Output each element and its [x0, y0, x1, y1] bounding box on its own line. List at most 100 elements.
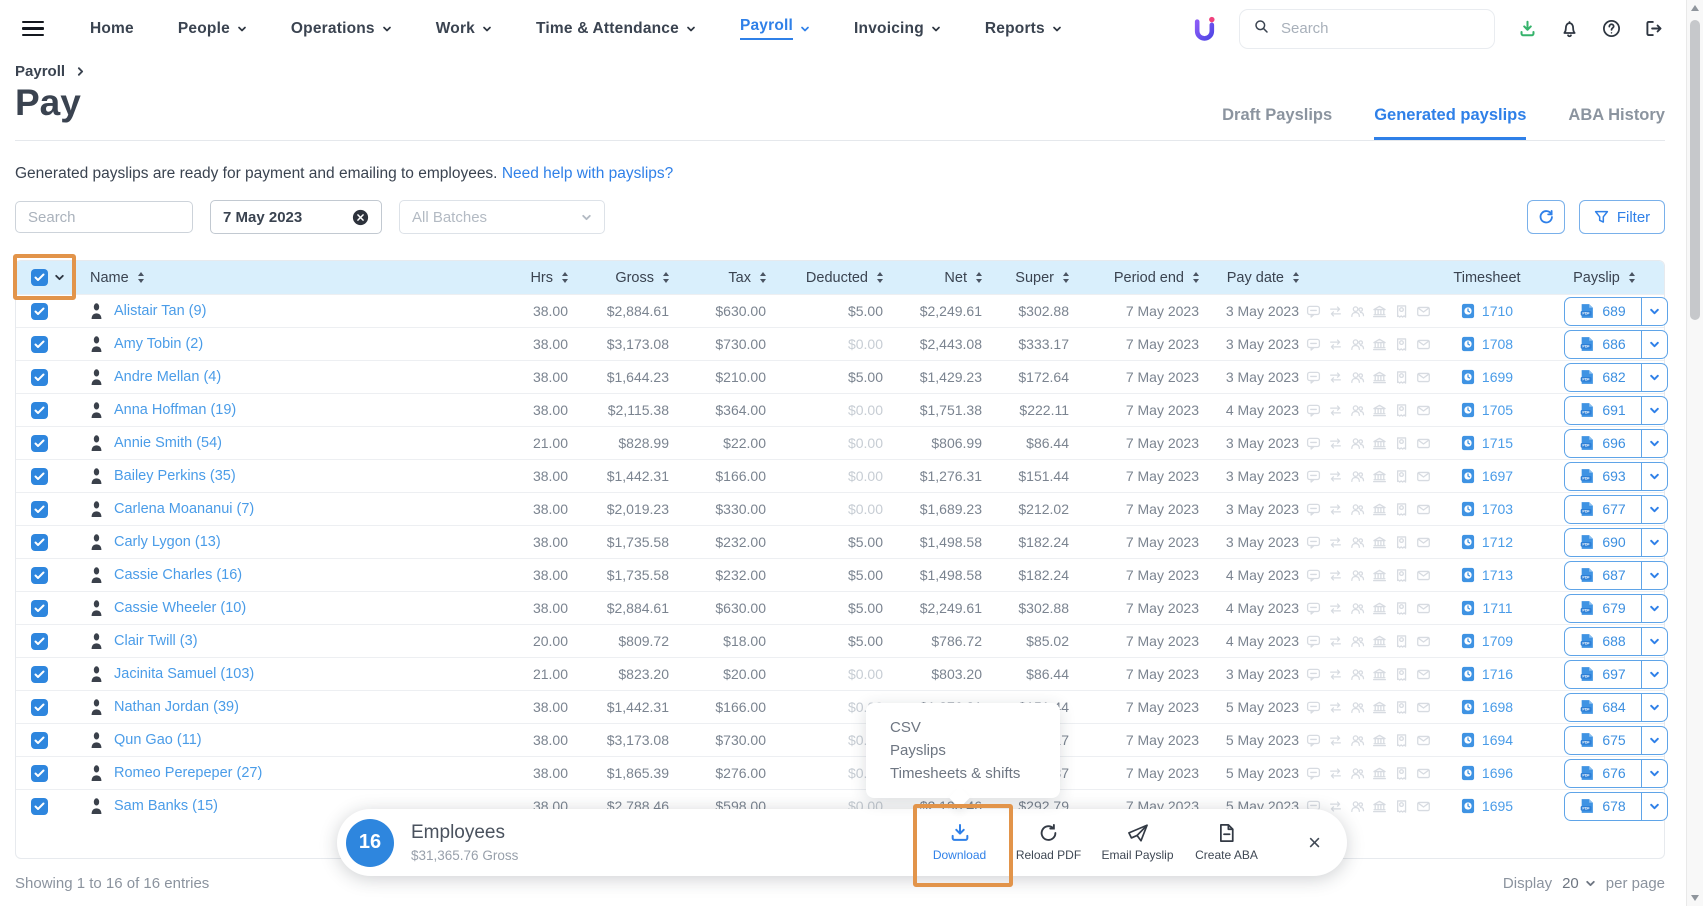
payslip-dropdown-chevron[interactable] — [1641, 496, 1667, 523]
row-checkbox[interactable] — [31, 501, 48, 518]
employee-link[interactable]: Cassie Charles (16) — [114, 567, 242, 583]
brand-logo[interactable] — [1193, 14, 1216, 44]
employee-link[interactable]: Qun Gao (11) — [114, 732, 202, 748]
row-checkbox[interactable] — [31, 765, 48, 782]
nav-item-people[interactable]: People — [178, 20, 247, 38]
payslip-button[interactable]: PDF 679 — [1564, 594, 1668, 623]
payslip-button[interactable]: PDF 675 — [1564, 726, 1668, 755]
filter-button[interactable]: Filter — [1579, 200, 1665, 234]
row-checkbox[interactable] — [31, 402, 48, 419]
timesheet-link[interactable]: 1711 — [1461, 600, 1512, 616]
select-all-checkbox[interactable] — [31, 269, 48, 286]
column-header-name[interactable]: Name — [78, 270, 486, 286]
payslip-dropdown-chevron[interactable] — [1641, 760, 1667, 787]
payslip-dropdown-chevron[interactable] — [1641, 661, 1667, 688]
employee-link[interactable]: Alistair Tan (9) — [114, 303, 206, 319]
employee-link[interactable]: Jacinita Samuel (103) — [114, 666, 254, 682]
column-header-gross[interactable]: Gross — [576, 270, 677, 286]
row-checkbox[interactable] — [31, 303, 48, 320]
row-checkbox[interactable] — [31, 369, 48, 386]
menu-item-csv[interactable]: CSV — [890, 716, 1060, 739]
column-header-net[interactable]: Net — [891, 270, 990, 286]
payslip-dropdown-chevron[interactable] — [1641, 727, 1667, 754]
timesheet-link[interactable]: 1710 — [1461, 303, 1513, 319]
nav-item-work[interactable]: Work — [436, 20, 492, 38]
payslip-button[interactable]: PDF 687 — [1564, 561, 1668, 590]
nav-item-reports[interactable]: Reports — [985, 20, 1062, 38]
payslip-dropdown-chevron[interactable] — [1641, 298, 1667, 325]
column-header-hrs[interactable]: Hrs — [486, 270, 576, 286]
select-menu-chevron-icon[interactable] — [54, 272, 65, 283]
timesheet-link[interactable]: 1705 — [1461, 402, 1513, 418]
employee-link[interactable]: Romeo Perepeper (27) — [114, 765, 262, 781]
scrollbar-thumb[interactable] — [1690, 20, 1700, 320]
menu-item-timesheets-shifts[interactable]: Timesheets & shifts — [890, 762, 1060, 785]
payslip-dropdown-chevron[interactable] — [1641, 529, 1667, 556]
table-search-input[interactable]: Search — [15, 201, 193, 233]
timesheet-link[interactable]: 1696 — [1461, 765, 1513, 781]
payslip-button[interactable]: PDF 677 — [1564, 495, 1668, 524]
payslip-dropdown-chevron[interactable] — [1641, 694, 1667, 721]
logout-icon[interactable] — [1644, 19, 1663, 38]
notifications-bell-icon[interactable] — [1560, 19, 1579, 38]
nav-item-invoicing[interactable]: Invoicing — [854, 20, 941, 38]
payslip-dropdown-chevron[interactable] — [1641, 793, 1667, 820]
clear-date-icon[interactable] — [352, 209, 369, 226]
row-checkbox[interactable] — [31, 336, 48, 353]
tab-draft-payslips[interactable]: Draft Payslips — [1222, 106, 1332, 140]
action-reload-pdf[interactable]: Reload PDF — [1004, 823, 1093, 862]
hamburger-menu-icon[interactable] — [22, 21, 44, 37]
nav-item-time-attendance[interactable]: Time & Attendance — [536, 20, 696, 38]
refresh-button[interactable] — [1527, 200, 1565, 234]
payslip-dropdown-chevron[interactable] — [1641, 595, 1667, 622]
payslip-button[interactable]: PDF 684 — [1564, 693, 1668, 722]
pay-date-filter[interactable]: 7 May 2023 — [210, 200, 382, 234]
payslip-button[interactable]: PDF 682 — [1564, 363, 1668, 392]
scroll-up-arrow[interactable] — [1691, 5, 1699, 11]
row-checkbox[interactable] — [31, 534, 48, 551]
payslip-button[interactable]: PDF 686 — [1564, 330, 1668, 359]
payslip-dropdown-chevron[interactable] — [1641, 562, 1667, 589]
timesheet-link[interactable]: 1695 — [1461, 798, 1513, 814]
payslip-button[interactable]: PDF 697 — [1564, 660, 1668, 689]
payslip-button[interactable]: PDF 696 — [1564, 429, 1668, 458]
timesheet-link[interactable]: 1709 — [1461, 633, 1513, 649]
timesheet-link[interactable]: 1708 — [1461, 336, 1513, 352]
timesheet-link[interactable]: 1713 — [1461, 567, 1513, 583]
employee-link[interactable]: Clair Twill (3) — [114, 633, 198, 649]
help-icon[interactable] — [1602, 19, 1621, 38]
employee-link[interactable]: Cassie Wheeler (10) — [114, 600, 246, 616]
payslip-button[interactable]: PDF 676 — [1564, 759, 1668, 788]
employee-link[interactable]: Carly Lygon (13) — [114, 534, 221, 550]
timesheet-link[interactable]: 1698 — [1461, 699, 1513, 715]
employee-link[interactable]: Annie Smith (54) — [114, 435, 222, 451]
payslip-dropdown-chevron[interactable] — [1641, 397, 1667, 424]
timesheet-link[interactable]: 1716 — [1461, 666, 1513, 682]
timesheet-link[interactable]: 1697 — [1461, 468, 1513, 484]
column-header-period_end[interactable]: Period end — [1077, 270, 1207, 286]
column-header-pay_date[interactable]: Pay date — [1207, 270, 1307, 286]
employee-link[interactable]: Amy Tobin (2) — [114, 336, 203, 352]
downloads-icon[interactable] — [1518, 19, 1537, 38]
action-email-payslip[interactable]: Email Payslip — [1093, 823, 1182, 862]
batches-select[interactable]: All Batches — [399, 200, 605, 234]
employee-link[interactable]: Bailey Perkins (35) — [114, 468, 236, 484]
employee-link[interactable]: Carlena Moananui (7) — [114, 501, 254, 517]
payslip-button[interactable]: PDF 678 — [1564, 792, 1668, 821]
employee-link[interactable]: Anna Hoffman (19) — [114, 402, 236, 418]
global-search[interactable] — [1239, 9, 1495, 49]
payslip-dropdown-chevron[interactable] — [1641, 463, 1667, 490]
row-checkbox[interactable] — [31, 567, 48, 584]
row-checkbox[interactable] — [31, 600, 48, 617]
row-checkbox[interactable] — [31, 633, 48, 650]
tab-generated-payslips[interactable]: Generated payslips — [1374, 106, 1526, 140]
timesheet-link[interactable]: 1712 — [1461, 534, 1513, 550]
payslip-button[interactable]: PDF 689 — [1564, 297, 1668, 326]
payslip-dropdown-chevron[interactable] — [1641, 430, 1667, 457]
column-header-tax[interactable]: Tax — [677, 270, 774, 286]
column-header-payslip[interactable]: Payslip — [1544, 270, 1664, 286]
row-checkbox[interactable] — [31, 798, 48, 815]
row-checkbox[interactable] — [31, 435, 48, 452]
payslip-button[interactable]: PDF 690 — [1564, 528, 1668, 557]
page-size-select[interactable]: 20 — [1562, 875, 1596, 892]
